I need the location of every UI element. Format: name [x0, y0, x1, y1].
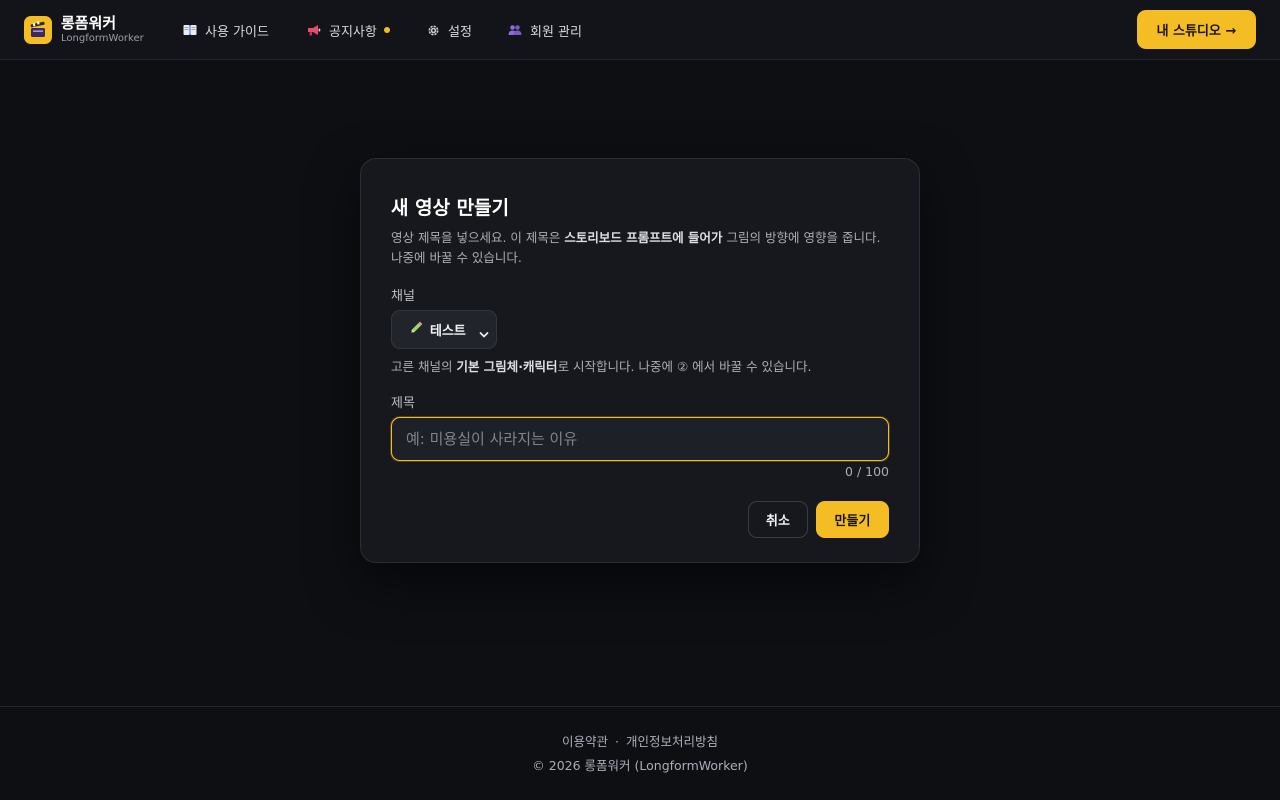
- copyright: © 2026 롱폼워커 (LongformWorker): [532, 758, 748, 773]
- nav-item-guide[interactable]: 사용 가이드: [183, 20, 269, 40]
- my-studio-button[interactable]: 내 스튜디오 →: [1137, 10, 1256, 49]
- new-notice-badge-dot: [383, 27, 390, 33]
- video-title-input[interactable]: [391, 417, 889, 461]
- footer-links: 이용약관 · 개인정보처리방침: [0, 731, 1280, 750]
- gear-icon: [426, 23, 440, 37]
- book-icon: [183, 23, 197, 37]
- nav-item-settings[interactable]: 설정: [426, 20, 472, 40]
- top-navigation-bar: 롱폼워커 LongformWorker 사용 가이드 공지사항 설정 회원 관리…: [0, 0, 1280, 60]
- description-emphasis: 스토리보드 프롬프트에 들어가: [564, 230, 723, 245]
- nav-item-notices[interactable]: 공지사항: [307, 20, 390, 40]
- brand-subtitle: LongformWorker: [61, 33, 144, 44]
- nav-label-settings: 설정: [448, 24, 472, 40]
- new-video-dialog: 새 영상 만들기 영상 제목을 넣으세요. 이 제목은 스토리보드 프롬프트에 …: [360, 158, 920, 563]
- hint-text: 고른 채널의: [391, 359, 457, 374]
- channel-selected-value: 테스트: [430, 324, 466, 339]
- clapperboard-icon: [24, 16, 52, 44]
- footer-separator: ·: [615, 734, 619, 749]
- description-text: 영상 제목을 넣으세요. 이 제목은: [391, 230, 565, 245]
- nav-item-members[interactable]: 회원 관리: [508, 20, 582, 40]
- channel-hint: 고른 채널의 기본 그림체·캐릭터로 시작합니다. 나중에 ② 에서 바꿀 수 …: [391, 356, 812, 375]
- cancel-button[interactable]: 취소: [748, 501, 808, 538]
- dialog-title: 새 영상 만들기: [391, 197, 510, 219]
- terms-link[interactable]: 이용약관: [562, 734, 608, 749]
- channel-select[interactable]: 테스트: [391, 310, 497, 349]
- hint-text-end: 로 시작합니다. 나중에 ② 에서 바꿀 수 있습니다.: [557, 359, 812, 374]
- hint-emphasis: 기본 그림체·캐릭터: [456, 359, 558, 374]
- nav-label-guide: 사용 가이드: [205, 24, 269, 40]
- create-button[interactable]: 만들기: [816, 501, 889, 538]
- brand[interactable]: 롱폼워커 LongformWorker: [24, 15, 144, 45]
- pencil-icon: [409, 320, 423, 339]
- brand-name: 롱폼워커: [61, 14, 117, 32]
- character-counter: 0 / 100: [845, 464, 889, 479]
- title-label: 제목: [391, 396, 415, 411]
- dialog-description: 영상 제목을 넣으세요. 이 제목은 스토리보드 프롬프트에 들어가 그림의 방…: [391, 228, 891, 268]
- privacy-policy-link[interactable]: 개인정보처리방침: [626, 734, 718, 749]
- megaphone-icon: [307, 23, 321, 37]
- users-icon: [508, 23, 522, 37]
- channel-label: 채널: [391, 289, 415, 304]
- chevron-down-icon: [479, 325, 489, 344]
- nav-label-members: 회원 관리: [530, 24, 582, 40]
- footer: 이용약관 · 개인정보처리방침 © 2026 롱폼워커 (LongformWorke…: [0, 706, 1280, 800]
- nav-label-notices: 공지사항: [329, 24, 377, 40]
